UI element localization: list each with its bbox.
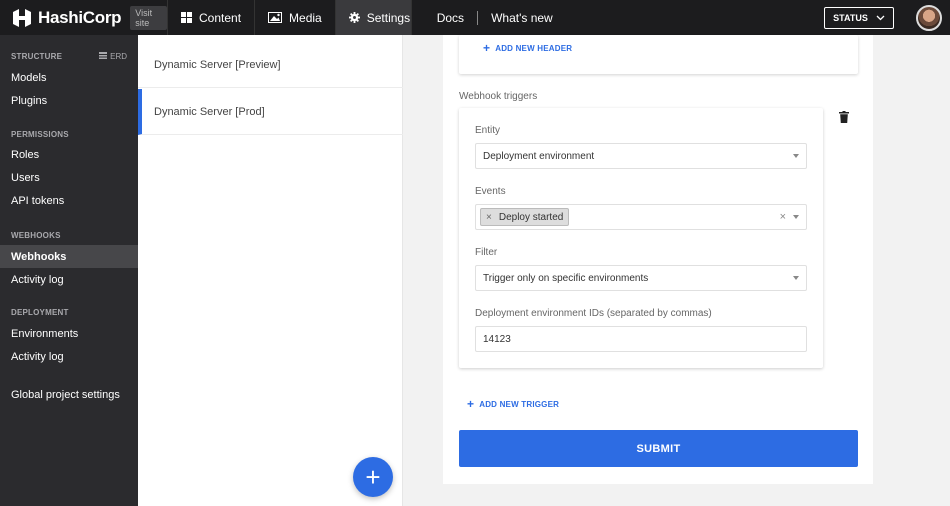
filter-label: Filter	[475, 247, 498, 258]
main-content: + ADD NEW HEADER Webhook triggers Entity…	[403, 35, 950, 506]
avatar[interactable]	[916, 5, 942, 31]
env-ids-value: 14123	[483, 333, 511, 345]
filter-select[interactable]: Trigger only on specific environments	[475, 265, 807, 291]
nav-media[interactable]: Media	[255, 0, 336, 35]
image-icon	[268, 12, 283, 23]
nav-media-label: Media	[289, 10, 322, 25]
grid-icon	[181, 12, 192, 23]
hashicorp-logo-icon[interactable]	[11, 7, 33, 29]
add-new-header-button[interactable]: + ADD NEW HEADER	[483, 41, 572, 55]
filter-value: Trigger only on specific environments	[483, 272, 649, 284]
status-button[interactable]: STATUS	[824, 7, 894, 29]
caret-down-icon	[793, 215, 799, 219]
sidebar-item-environments[interactable]: Environments	[0, 322, 138, 345]
caret-down-icon	[793, 276, 799, 280]
sidebar: STRUCTURE ERD Models Plugins PERMISSIONS…	[0, 35, 138, 506]
events-label: Events	[475, 186, 506, 197]
sidebar-item-users[interactable]: Users	[0, 166, 138, 189]
section-webhooks: WEBHOOKS	[11, 231, 61, 240]
sidebar-item-plugins[interactable]: Plugins	[0, 89, 138, 112]
list-item-selected[interactable]: Dynamic Server [Prod]	[138, 89, 403, 135]
brand: HashiCorp Visit site	[0, 0, 168, 35]
env-ids-input[interactable]: 14123	[475, 326, 807, 352]
plus-icon: +	[467, 397, 475, 411]
event-chip-label: Deploy started	[498, 211, 564, 223]
headers-card: + ADD NEW HEADER	[459, 35, 858, 74]
sidebar-item-roles[interactable]: Roles	[0, 143, 138, 166]
visit-site-button[interactable]: Visit site	[130, 5, 167, 30]
sidebar-item-deployment-activity-log[interactable]: Activity log	[0, 345, 138, 368]
nav-content-label: Content	[199, 10, 242, 25]
submit-button[interactable]: SUBMIT	[459, 430, 858, 467]
docs-link[interactable]: Docs	[424, 11, 477, 25]
brand-name: HashiCorp	[38, 7, 122, 27]
entity-select[interactable]: Deployment environment	[475, 143, 807, 169]
sidebar-item-api-tokens[interactable]: API tokens	[0, 189, 138, 212]
events-multiselect[interactable]: × Deploy started ×	[475, 204, 807, 230]
webhook-triggers-label: Webhook triggers	[459, 91, 538, 102]
chevron-down-icon	[876, 13, 885, 23]
trigger-card: Entity Deployment environment Events × D…	[459, 108, 823, 368]
add-webhook-button[interactable]: +	[353, 457, 393, 497]
top-bar: HashiCorp Visit site Content Media Setti…	[0, 0, 950, 35]
caret-down-icon	[793, 154, 799, 158]
plus-icon: +	[483, 41, 491, 55]
sidebar-item-webhooks-activity-log[interactable]: Activity log	[0, 268, 138, 291]
erd-label: ERD	[110, 52, 127, 61]
erd-icon	[99, 52, 108, 61]
section-permissions: PERMISSIONS	[11, 130, 69, 139]
nav-settings[interactable]: Settings	[335, 0, 412, 35]
erd-button[interactable]: ERD	[99, 52, 127, 61]
clear-icon[interactable]: ×	[780, 211, 786, 223]
entity-label: Entity	[475, 125, 501, 136]
add-new-trigger-button[interactable]: + ADD NEW TRIGGER	[467, 397, 559, 411]
plus-icon: +	[365, 462, 381, 492]
gear-icon	[348, 12, 360, 23]
list-item[interactable]: Dynamic Server [Preview]	[138, 42, 403, 88]
nav-content[interactable]: Content	[168, 0, 256, 35]
sidebar-item-global-settings[interactable]: Global project settings	[0, 383, 138, 406]
sidebar-item-models[interactable]: Models	[0, 66, 138, 89]
trash-icon[interactable]	[839, 110, 849, 123]
event-chip: × Deploy started	[480, 208, 570, 226]
webhook-form: + ADD NEW HEADER Webhook triggers Entity…	[443, 35, 873, 484]
webhook-list: Dynamic Server [Preview] Dynamic Server …	[138, 35, 403, 506]
sidebar-item-webhooks[interactable]: Webhooks	[0, 245, 138, 268]
nav-settings-label: Settings	[366, 10, 411, 25]
env-ids-label: Deployment environment IDs (separated by…	[475, 308, 712, 319]
whats-new-link[interactable]: What's new	[478, 11, 566, 25]
section-structure: STRUCTURE	[11, 52, 63, 61]
add-new-header-label: ADD NEW HEADER	[495, 43, 573, 53]
status-label: STATUS	[833, 13, 868, 23]
entity-value: Deployment environment	[483, 150, 595, 162]
add-new-trigger-label: ADD NEW TRIGGER	[479, 399, 560, 409]
section-deployment: DEPLOYMENT	[11, 308, 69, 317]
remove-chip-icon[interactable]: ×	[486, 212, 492, 223]
